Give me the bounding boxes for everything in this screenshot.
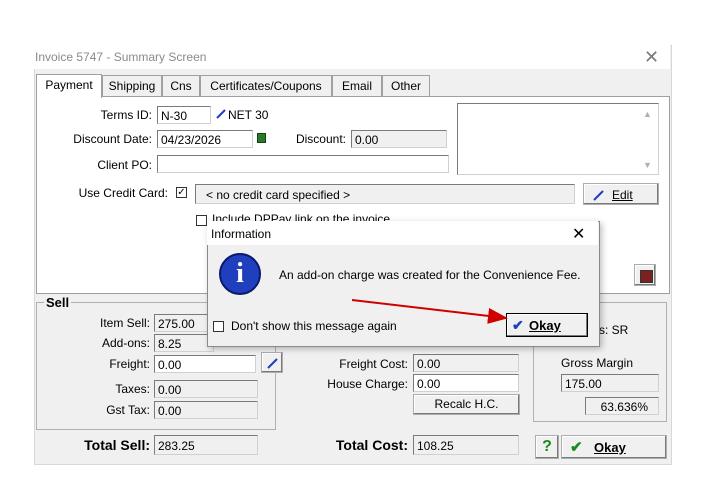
credit-card-field: < no credit card specified > [195,184,575,204]
client-po-label: Client PO: [97,158,152,172]
freight-label: Freight: [109,357,150,371]
dialog-message: An add-on charge was created for the Con… [279,268,581,282]
dialog-okay-label: Okay [529,318,561,333]
edit-label: Edit [612,188,633,202]
total-cost-field: 108.25 [413,435,519,455]
pencil-icon [267,358,278,369]
dialog-title: Information [211,227,272,241]
pencil-icon [593,190,604,201]
gross-margin-field: 175.00 [561,374,659,392]
freight-cost-field: 0.00 [413,354,519,372]
taxes-field: 0.00 [154,380,258,398]
client-po-field[interactable] [157,155,449,173]
check-icon: ✔ [570,439,583,456]
tab-payment[interactable]: Payment [36,74,102,98]
total-sell-label: Total Sell: [84,437,150,453]
okay-button-label: Okay [594,440,626,455]
total-cost-label: Total Cost: [335,437,408,453]
dialog-close-button[interactable]: ✕ [572,224,585,244]
terms-id-field[interactable]: N-30 [157,106,211,124]
sell-group-label: Sell [44,295,72,310]
tab-email[interactable]: Email [332,75,382,96]
information-icon: i [219,253,261,295]
window-close-button[interactable]: ✕ [644,47,659,68]
item-sell-field: 275.00 [154,314,214,332]
freight-field[interactable]: 0.00 [154,355,256,373]
addons-field: 8.25 [154,334,214,352]
card-action-icon [640,270,653,283]
freight-cost-label: Freight Cost: [339,357,408,371]
discount-label: Discount: [295,132,346,146]
addons-label: Add-ons: [101,336,150,350]
scroll-up-icon[interactable]: ▲ [643,109,652,119]
help-button[interactable]: ? [535,435,559,459]
annotation-arrow-icon [351,299,508,324]
freight-edit-button[interactable] [261,352,283,373]
tab-certificates-coupons[interactable]: Certificates/Coupons [200,75,332,96]
tab-other[interactable]: Other [382,75,430,96]
recalc-hc-button[interactable]: Recalc H.C. [413,394,520,415]
house-charge-label: House Charge: [327,377,408,391]
edit-button[interactable]: Edit [583,183,659,205]
include-dppay-label: Include DPPay link on the invoice [212,212,391,221]
status-text: s: SR [599,323,629,337]
pencil-icon[interactable] [215,108,227,123]
calendar-icon[interactable] [257,133,266,143]
tab-cns[interactable]: Cns [162,75,200,96]
discount-field[interactable]: 0.00 [351,130,447,148]
window-title: Invoice 5747 - Summary Screen [35,50,207,64]
okay-button[interactable]: ✔ Okay [561,435,667,459]
include-dppay-checkbox[interactable] [196,215,207,226]
terms-id-label: Terms ID: [100,108,152,122]
terms-description: NET 30 [228,108,269,122]
gross-margin-label: Gross Margin [561,356,634,370]
house-charge-field[interactable]: 0.00 [413,374,519,392]
item-sell-label: Item Sell: [99,316,150,330]
discount-date-label: Discount Date: [73,132,152,146]
taxes-label: Taxes: [115,382,150,396]
gst-tax-field: 0.00 [154,401,258,419]
card-action-button[interactable] [634,264,656,286]
discount-date-field[interactable]: 04/23/2026 [157,130,253,148]
dont-show-checkbox[interactable] [213,321,224,332]
gross-margin-percent: 63.636% [585,397,659,415]
scroll-down-icon[interactable]: ▼ [643,160,652,170]
notes-textarea[interactable] [457,103,659,175]
total-sell-field: 283.25 [154,435,258,455]
use-credit-card-checkbox[interactable]: ✓ [176,187,187,198]
tab-shipping[interactable]: Shipping [102,75,162,96]
use-credit-card-label: Use Credit Card: [78,186,168,200]
gst-tax-label: Gst Tax: [106,403,150,417]
